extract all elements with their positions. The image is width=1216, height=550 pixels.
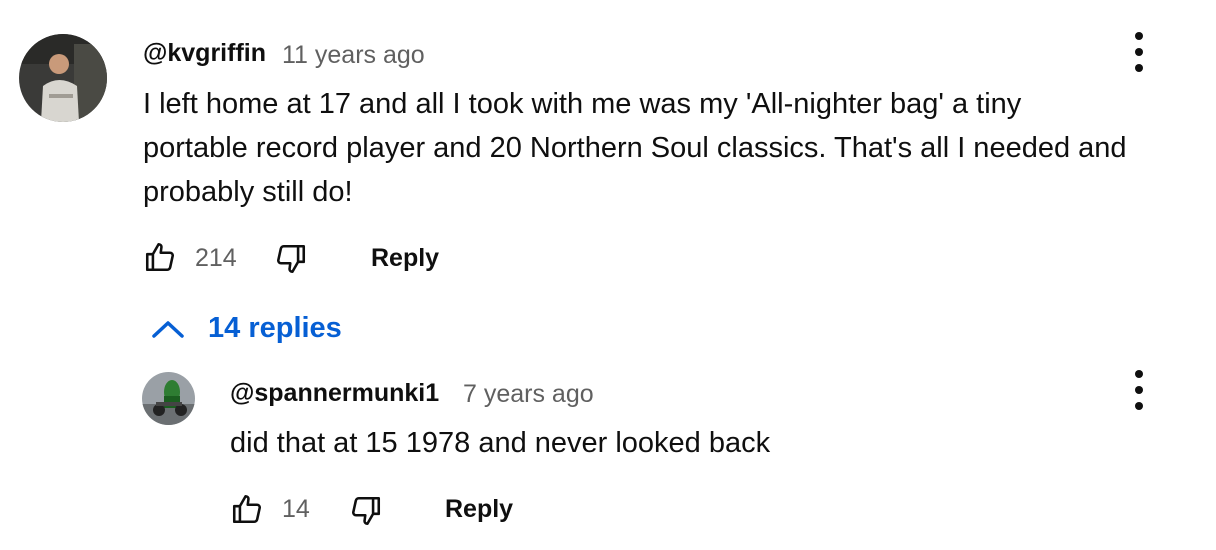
thumbs-up-icon <box>232 494 262 524</box>
reply-author[interactable]: @spannermunki1 <box>230 379 439 408</box>
avatar-image <box>19 34 107 122</box>
reply-dislike-button[interactable] <box>349 494 383 528</box>
more-vert-icon[interactable] <box>1129 370 1149 410</box>
replies-count-label: 14 replies <box>208 312 342 344</box>
comment-text-line: probably still do! <box>143 176 353 208</box>
dislike-button[interactable] <box>274 242 308 276</box>
reply-text: did that at 15 1978 and never looked bac… <box>230 427 771 459</box>
comment-author[interactable]: @kvgriffin <box>143 39 266 68</box>
replies-toggle[interactable]: 14 replies <box>150 312 342 345</box>
thumbs-down-icon <box>276 244 306 274</box>
reply-button[interactable]: Reply <box>371 244 439 273</box>
like-count: 214 <box>195 244 237 272</box>
avatar-image <box>142 372 195 425</box>
reply-like-button[interactable] <box>230 492 264 526</box>
reply-avatar[interactable] <box>142 372 195 425</box>
comment-timestamp[interactable]: 11 years ago <box>282 41 425 70</box>
like-button[interactable] <box>143 240 177 274</box>
thumbs-up-icon <box>145 242 175 272</box>
reply-like-count: 14 <box>282 495 310 523</box>
comment-text-line: I left home at 17 and all I took with me… <box>143 88 1022 120</box>
chevron-up-icon <box>152 320 184 338</box>
comment-text: I left home at 17 and all I took with me… <box>143 82 1203 214</box>
avatar[interactable] <box>19 34 107 122</box>
thumbs-down-icon <box>351 496 381 526</box>
more-vert-icon[interactable] <box>1129 32 1149 72</box>
reply-timestamp[interactable]: 7 years ago <box>463 380 594 409</box>
reply-reply-button[interactable]: Reply <box>445 495 513 524</box>
comment-text-line: portable record player and 20 Northern S… <box>143 132 1127 164</box>
